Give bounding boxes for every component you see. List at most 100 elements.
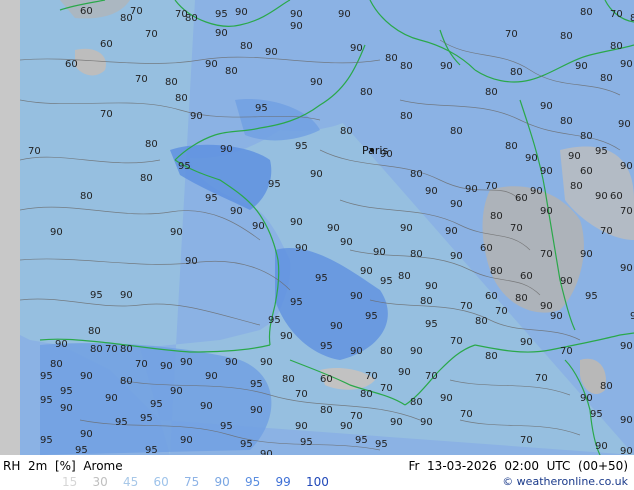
isoline-value-label: 80 (385, 53, 398, 64)
isoline-value-label: 70 (135, 74, 148, 85)
isoline-value-label: 95 (240, 439, 253, 450)
isoline-value-label: 95 (630, 311, 634, 322)
isoline-value-label: 90 (620, 446, 633, 455)
isoline-value-label: 95 (140, 413, 153, 424)
isoline-value-label: 90 (350, 291, 363, 302)
isoline-value-label: 90 (235, 7, 248, 18)
isoline-value-label: 95 (75, 445, 88, 455)
isoline-value-label: 80 (88, 326, 101, 337)
isoline-value-label: 90 (450, 251, 463, 262)
isoline-value-label: 95 (255, 103, 268, 114)
isoline-value-label: 80 (185, 13, 198, 24)
isoline-value-label: 80 (120, 344, 133, 355)
isoline-value-label: 90 (450, 199, 463, 210)
isoline-value-label: 80 (450, 126, 463, 137)
isoline-value-label: 90 (580, 393, 593, 404)
isoline-value-label: 95 (250, 379, 263, 390)
isoline-value-label: 80 (600, 381, 613, 392)
isoline-value-label: 95 (40, 395, 53, 406)
isoline-value-label: 95 (315, 273, 328, 284)
isoline-value-label: 95 (178, 161, 191, 172)
isoline-value-label: 90 (205, 371, 218, 382)
isoline-value-label: 90 (550, 311, 563, 322)
isoline-value-label: 95 (595, 146, 608, 157)
isoline-value-label: 60 (520, 271, 533, 282)
isoline-value-label: 70 (460, 301, 473, 312)
isoline-value-label: 90 (440, 393, 453, 404)
isoline-value-label: 90 (230, 206, 243, 217)
isoline-value-label: 80 (610, 41, 623, 52)
legend-value-100: 100 (306, 475, 329, 489)
isoline-value-label: 90 (295, 421, 308, 432)
isoline-value-label: 90 (340, 421, 353, 432)
isoline-value-label: 80 (175, 93, 188, 104)
isoline-value-label: 90 (338, 9, 351, 20)
isoline-value-label: 70 (600, 226, 613, 237)
isoline-value-label: 90 (290, 9, 303, 20)
isoline-value-label: 80 (420, 296, 433, 307)
isoline-value-label: 80 (320, 405, 333, 416)
isoline-value-label: 80 (225, 66, 238, 77)
isoline-value-label: 90 (620, 161, 633, 172)
isoline-value-label: 90 (520, 337, 533, 348)
isoline-value-label: 95 (220, 421, 233, 432)
source-credit-link[interactable]: © weatheronline.co.uk (502, 475, 628, 488)
isoline-value-label: 90 (290, 21, 303, 32)
isoline-value-label: 80 (570, 181, 583, 192)
isoline-value-label: 90 (260, 357, 273, 368)
isoline-value-label: 70 (135, 359, 148, 370)
legend-value-30: 30 (92, 475, 108, 489)
isoline-value-label: 95 (40, 435, 53, 446)
isoline-value-label: 80 (400, 61, 413, 72)
isoline-value-label: 90 (225, 357, 238, 368)
legend-value-60: 60 (153, 475, 169, 489)
isoline-value-label: 90 (250, 405, 263, 416)
isoline-value-label: 90 (180, 357, 193, 368)
isoline-value-label: 70 (28, 146, 41, 157)
isoline-value-label: 95 (365, 311, 378, 322)
isoline-value-label: 95 (60, 386, 73, 397)
isoline-value-label: 80 (240, 41, 253, 52)
legend-value-45: 45 (123, 475, 139, 489)
isoline-value-label: 80 (580, 7, 593, 18)
legend-value-15: 15 (62, 475, 78, 489)
isoline-value-label: 90 (420, 417, 433, 428)
isoline-value-label: 70 (425, 371, 438, 382)
isoline-value-label: 80 (400, 111, 413, 122)
map-footer: RH 2m [%] Arome Fr 13-03-2026 02:00 UTC … (0, 455, 634, 490)
isoline-value-label: 70 (485, 181, 498, 192)
isoline-value-label: 80 (165, 77, 178, 88)
isoline-value-label: 90 (400, 223, 413, 234)
isoline-value-label: 90 (620, 263, 633, 274)
isoline-value-label: 90 (120, 290, 133, 301)
isoline-value-label: 90 (80, 371, 93, 382)
isoline-value-label: 90 (252, 221, 265, 232)
isoline-value-label: 90 (55, 339, 68, 350)
isoline-value-label: 70 (505, 29, 518, 40)
isoline-value-label: 80 (120, 376, 133, 387)
isoline-value-label: 95 (300, 437, 313, 448)
isoline-value-label: 80 (485, 87, 498, 98)
isoline-value-label: 90 (560, 276, 573, 287)
isoline-value-label: 95 (380, 276, 393, 287)
isoline-value-label: 90 (540, 206, 553, 217)
isoline-value-label: 80 (380, 346, 393, 357)
isoline-value-label: 90 (80, 429, 93, 440)
isoline-value-label: 80 (560, 116, 573, 127)
isoline-value-label: 90 (580, 249, 593, 260)
isoline-value-label: 90 (160, 361, 173, 372)
isoline-value-label: 80 (505, 141, 518, 152)
isoline-value-label: 95 (115, 417, 128, 428)
isoline-value-label: 90 (200, 401, 213, 412)
isoline-value-label: 60 (580, 166, 593, 177)
isoline-value-label: 90 (618, 119, 631, 130)
isoline-value-label: 90 (220, 144, 233, 155)
legend-value-75: 75 (184, 475, 200, 489)
isoline-value-label: 60 (100, 39, 113, 50)
isoline-value-label: 70 (450, 336, 463, 347)
isoline-value-label: 70 (610, 9, 623, 20)
isoline-value-label: 80 (630, 13, 634, 24)
isoline-value-label: 90 (425, 186, 438, 197)
isoline-value-label: 90 (280, 331, 293, 342)
isoline-value-label: 70 (535, 373, 548, 384)
